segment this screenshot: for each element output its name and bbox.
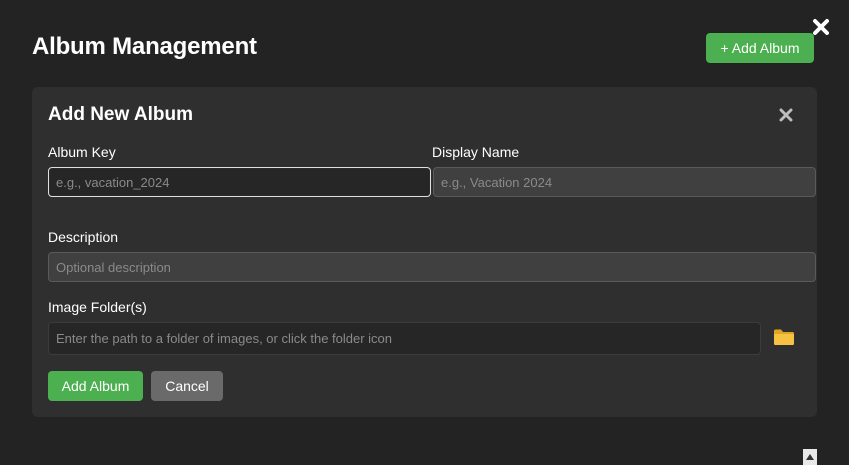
- display-name-input[interactable]: [433, 167, 816, 197]
- browse-folder-button[interactable]: [770, 323, 798, 351]
- close-icon: [813, 19, 829, 35]
- cancel-button[interactable]: Cancel: [151, 371, 223, 401]
- form-close-button[interactable]: [776, 105, 796, 125]
- display-name-label: Display Name: [432, 144, 520, 160]
- image-folder-label: Image Folder(s): [48, 299, 147, 315]
- chevron-up-icon: [806, 454, 814, 460]
- description-input[interactable]: [48, 252, 816, 282]
- description-label: Description: [48, 229, 119, 245]
- add-album-submit-button[interactable]: Add Album: [48, 371, 143, 401]
- album-key-label: Album Key: [48, 144, 116, 160]
- close-icon: [779, 108, 793, 122]
- scroll-up-button[interactable]: [803, 449, 817, 465]
- add-album-form-panel: Add New Album Album Key Display Name Des…: [32, 87, 817, 417]
- album-key-input[interactable]: [48, 167, 431, 197]
- folder-icon: [774, 329, 794, 345]
- add-album-header-button[interactable]: + Add Album: [706, 33, 814, 63]
- form-title: Add New Album: [48, 104, 193, 125]
- page-title: Album Management: [32, 33, 257, 60]
- image-folder-input[interactable]: [48, 322, 761, 355]
- album-management-modal: Album Management + Add Album Add New Alb…: [0, 0, 849, 465]
